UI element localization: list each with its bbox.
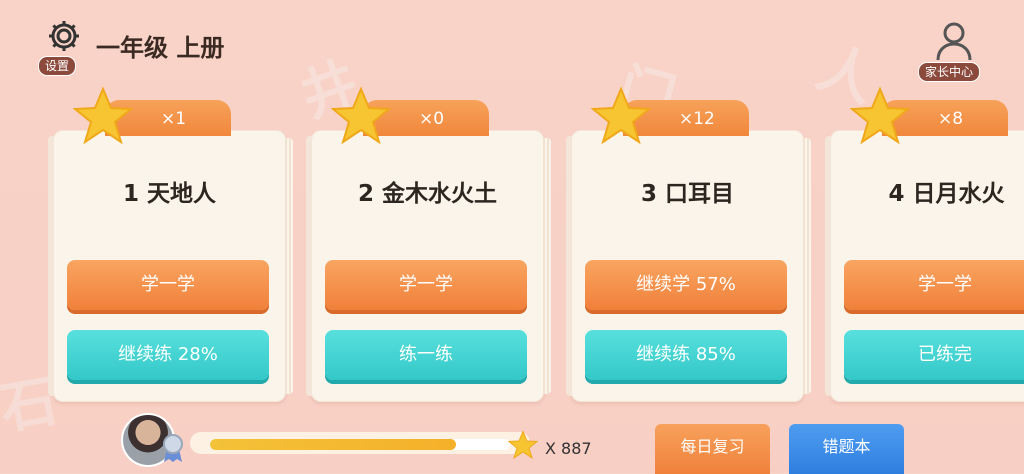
- lesson-card: ×8 4 日月水火 学一学 已练完: [825, 86, 1024, 402]
- settings-button[interactable]: 设置: [38, 18, 94, 76]
- star-icon: [331, 86, 391, 145]
- star-count: ×1: [161, 109, 187, 129]
- lesson-title: 2 金木水火土: [357, 181, 497, 207]
- daily-review-button[interactable]: 每日复习: [655, 424, 770, 474]
- settings-label: 设置: [38, 56, 77, 76]
- user-avatar[interactable]: [121, 413, 185, 471]
- lesson-card: ×12 3 口耳目 继续学 57% 继续练 85%: [566, 86, 811, 402]
- practice-button[interactable]: 继续练 28%: [67, 330, 269, 380]
- progress-bar-fill: [210, 439, 456, 450]
- lesson-card: ×0 2 金木水火土 学一学 练一练: [306, 86, 551, 402]
- page-title: 一年级 上册: [96, 34, 225, 62]
- mistake-book-button[interactable]: 错题本: [789, 424, 904, 474]
- learn-button[interactable]: 学一学: [844, 260, 1024, 310]
- gear-icon: [49, 21, 79, 51]
- star-icon: [508, 430, 538, 460]
- continue-learn-button[interactable]: 继续学 57%: [585, 260, 787, 310]
- progress-bar: [210, 439, 510, 450]
- lesson-card: ×1 1 天地人 学一学 继续练 28%: [48, 86, 293, 402]
- medal-icon: [163, 434, 183, 462]
- person-icon: [936, 22, 972, 61]
- learn-button[interactable]: 学一学: [67, 260, 269, 310]
- star-count: ×0: [419, 109, 445, 129]
- star-total: X 887: [545, 439, 592, 458]
- lesson-title: 3 口耳目: [640, 181, 734, 207]
- practice-button[interactable]: 继续练 85%: [585, 330, 787, 380]
- practice-button[interactable]: 已练完: [844, 330, 1024, 380]
- star-icon: [73, 86, 133, 145]
- star-icon: [850, 86, 910, 145]
- star-count: ×8: [938, 109, 964, 129]
- parent-center-label: 家长中心: [918, 62, 981, 82]
- lesson-title: 4 日月水火: [888, 181, 1005, 207]
- parent-center-button[interactable]: 家长中心: [918, 20, 990, 82]
- star-count: ×12: [679, 109, 715, 129]
- learn-button[interactable]: 学一学: [325, 260, 527, 310]
- star-icon: [591, 86, 651, 145]
- lesson-title: 1 天地人: [122, 181, 216, 207]
- practice-button[interactable]: 练一练: [325, 330, 527, 380]
